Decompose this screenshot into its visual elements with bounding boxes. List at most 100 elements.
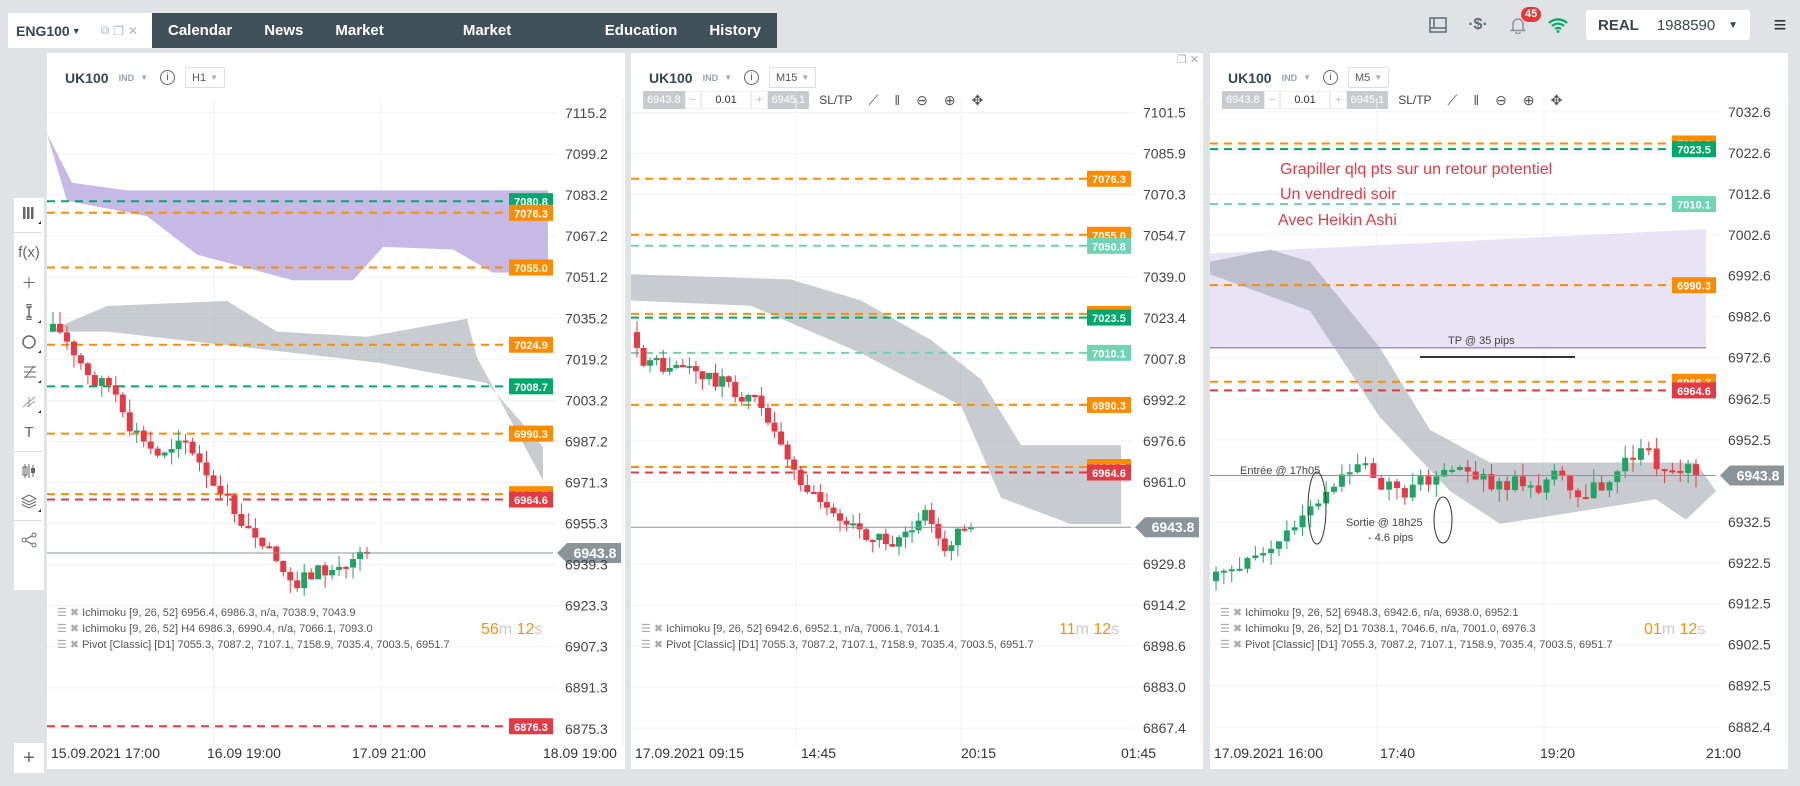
indicator-settings-icon[interactable]: ☰ bbox=[641, 623, 651, 635]
indicator-text: Ichimoku [9, 26, 52] 6956.4, 6986.3, n/a… bbox=[82, 607, 356, 619]
x-tick-label: 21:00 bbox=[1706, 745, 1742, 761]
candle bbox=[252, 518, 259, 548]
indicator-settings-icon[interactable]: ☰ bbox=[57, 607, 67, 619]
candle bbox=[1393, 478, 1400, 500]
y-tick-label: 7035.2 bbox=[565, 310, 608, 326]
price-chart[interactable]: 7076.37055.07050.87024.97023.57010.16990… bbox=[631, 53, 1203, 771]
indicator-remove-icon[interactable]: ✖ bbox=[1233, 607, 1242, 619]
hamburger-menu-icon[interactable]: ≡ bbox=[1760, 12, 1800, 38]
price-tag: 7010.1 bbox=[1672, 196, 1716, 213]
indicator-row: ☰ ✖ Pivot [Classic] [D1] 7055.3, 7087.2, 7… bbox=[1220, 637, 1613, 653]
price-tag-label: 6964.6 bbox=[514, 495, 548, 507]
candle bbox=[948, 540, 955, 561]
nav-education[interactable]: Education bbox=[589, 13, 694, 48]
indicator-settings-icon[interactable]: ☰ bbox=[641, 639, 651, 651]
fibonacci-icon[interactable] bbox=[14, 357, 44, 387]
candle bbox=[1299, 504, 1306, 537]
indicator-settings-icon[interactable]: ☰ bbox=[1220, 639, 1230, 651]
y-tick-label: 6992.2 bbox=[1143, 392, 1186, 408]
text-icon[interactable]: T bbox=[14, 417, 44, 447]
y-tick-label: 6902.5 bbox=[1728, 637, 1771, 653]
nav-calendar[interactable]: Calendar bbox=[152, 13, 248, 48]
indicator-remove-icon[interactable]: ✖ bbox=[1233, 639, 1242, 651]
candle bbox=[84, 361, 91, 385]
candle bbox=[336, 555, 343, 577]
chevron-down-icon[interactable]: ▼ bbox=[72, 26, 81, 36]
price-tag: 7076.3 bbox=[1087, 170, 1131, 187]
price-tag: 7076.3 bbox=[509, 204, 553, 221]
candle bbox=[666, 357, 673, 376]
indicator-settings-icon[interactable]: ☰ bbox=[1220, 607, 1230, 619]
price-chart[interactable]: 7080.87076.37055.07024.97008.76990.36966… bbox=[47, 53, 625, 771]
account-selector[interactable]: REAL 1988590 ▼ bbox=[1586, 10, 1750, 40]
candle bbox=[876, 533, 883, 548]
layers-icon[interactable] bbox=[14, 486, 44, 516]
indicator-settings-icon[interactable]: ☰ bbox=[57, 623, 67, 635]
indicator-settings-icon[interactable]: ☰ bbox=[57, 639, 67, 651]
indicator-row: ☰ ✖ Ichimoku [9, 26, 52] D1 7038.1, 7046.6… bbox=[1220, 621, 1613, 637]
symbol-tab[interactable]: ENG100 ▼ ⧉ ❐ ✕ bbox=[8, 13, 152, 48]
currency-exchange-icon[interactable]: ·$· bbox=[1467, 14, 1489, 36]
candle bbox=[329, 564, 336, 580]
function-icon[interactable]: f(x) bbox=[14, 237, 44, 267]
nav-history[interactable]: History bbox=[693, 13, 777, 48]
candle bbox=[231, 493, 238, 523]
price-tag: 6990.3 bbox=[1087, 396, 1131, 413]
candle bbox=[686, 357, 693, 374]
indicator-row: ☰ ✖ Ichimoku [9, 26, 52] 6948.3, 6942.6, n… bbox=[1220, 605, 1613, 621]
bell-icon[interactable]: 45 bbox=[1507, 7, 1542, 36]
chart-type-icon[interactable] bbox=[14, 456, 44, 486]
indicator-remove-icon[interactable]: ✖ bbox=[654, 623, 663, 635]
candle bbox=[804, 474, 811, 495]
line-tool-icon[interactable] bbox=[14, 297, 44, 327]
indicator-remove-icon[interactable]: ✖ bbox=[70, 607, 79, 619]
timer-seconds: 12 bbox=[516, 621, 535, 638]
candle bbox=[189, 437, 196, 456]
ichimoku-cloud bbox=[47, 300, 543, 481]
candle bbox=[315, 564, 322, 580]
nav-news[interactable]: News bbox=[248, 13, 319, 48]
y-tick-label: 7032.6 bbox=[1728, 104, 1771, 120]
candle bbox=[154, 445, 161, 458]
indicator-legend: ☰ ✖ Ichimoku [9, 26, 52] 6942.6, 6952.1, n… bbox=[641, 621, 1034, 653]
y-tick-label: 7101.5 bbox=[1143, 104, 1186, 120]
popout-icon[interactable]: ⧉ bbox=[101, 23, 110, 38]
layout-icon[interactable] bbox=[1427, 14, 1449, 36]
indicator-remove-icon[interactable]: ✖ bbox=[70, 623, 79, 635]
share-icon[interactable] bbox=[14, 525, 44, 555]
candle bbox=[308, 568, 315, 580]
candle bbox=[350, 553, 357, 579]
y-tick-label: 7012.6 bbox=[1728, 186, 1771, 202]
candle bbox=[712, 363, 719, 391]
candle bbox=[196, 445, 203, 472]
toolbar-divider bbox=[14, 232, 42, 233]
indicator-remove-icon[interactable]: ✖ bbox=[654, 639, 663, 651]
price-tag: 7023.5 bbox=[1087, 309, 1131, 326]
price-tag: 6876.3 bbox=[509, 718, 553, 735]
x-tick-label: 20:15 bbox=[961, 745, 997, 761]
nav-market-watch[interactable]: Market Watch bbox=[319, 13, 446, 74]
indicator-settings-icon[interactable]: ☰ bbox=[1220, 623, 1230, 635]
indicator-legend: ☰ ✖ Ichimoku [9, 26, 52] 6948.3, 6942.6, n… bbox=[1220, 605, 1613, 653]
circle-icon[interactable] bbox=[14, 327, 44, 357]
indicator-remove-icon[interactable]: ✖ bbox=[1233, 623, 1242, 635]
timer-unit: s bbox=[534, 621, 543, 638]
restore-icon[interactable]: ❐ bbox=[113, 24, 124, 38]
y-tick-label: 6923.3 bbox=[565, 598, 608, 614]
bars-icon[interactable] bbox=[14, 198, 44, 228]
nav-market-analysis[interactable]: Market analysis bbox=[447, 13, 589, 74]
crosshair-icon[interactable]: ＋ bbox=[14, 267, 44, 297]
candle bbox=[764, 403, 771, 426]
price-tag: 6964.6 bbox=[1087, 464, 1131, 481]
candle bbox=[259, 537, 266, 550]
pitchfork-icon[interactable] bbox=[14, 387, 44, 417]
indicator-remove-icon[interactable]: ✖ bbox=[70, 639, 79, 651]
candle bbox=[902, 526, 909, 548]
close-icon[interactable]: ✕ bbox=[128, 24, 138, 38]
add-chart-button[interactable]: + bbox=[14, 743, 44, 773]
y-tick-label: 6867.4 bbox=[1143, 720, 1186, 736]
candle-timer: 56m 12s bbox=[481, 621, 542, 639]
current-price-tag: 6943.8 bbox=[1720, 465, 1784, 486]
price-chart[interactable]: 7024.97023.57010.16990.36966.76964.66943… bbox=[1210, 53, 1788, 771]
indicator-text: Pivot [Classic] [D1] 7055.3, 7087.2, 710… bbox=[1245, 639, 1613, 651]
